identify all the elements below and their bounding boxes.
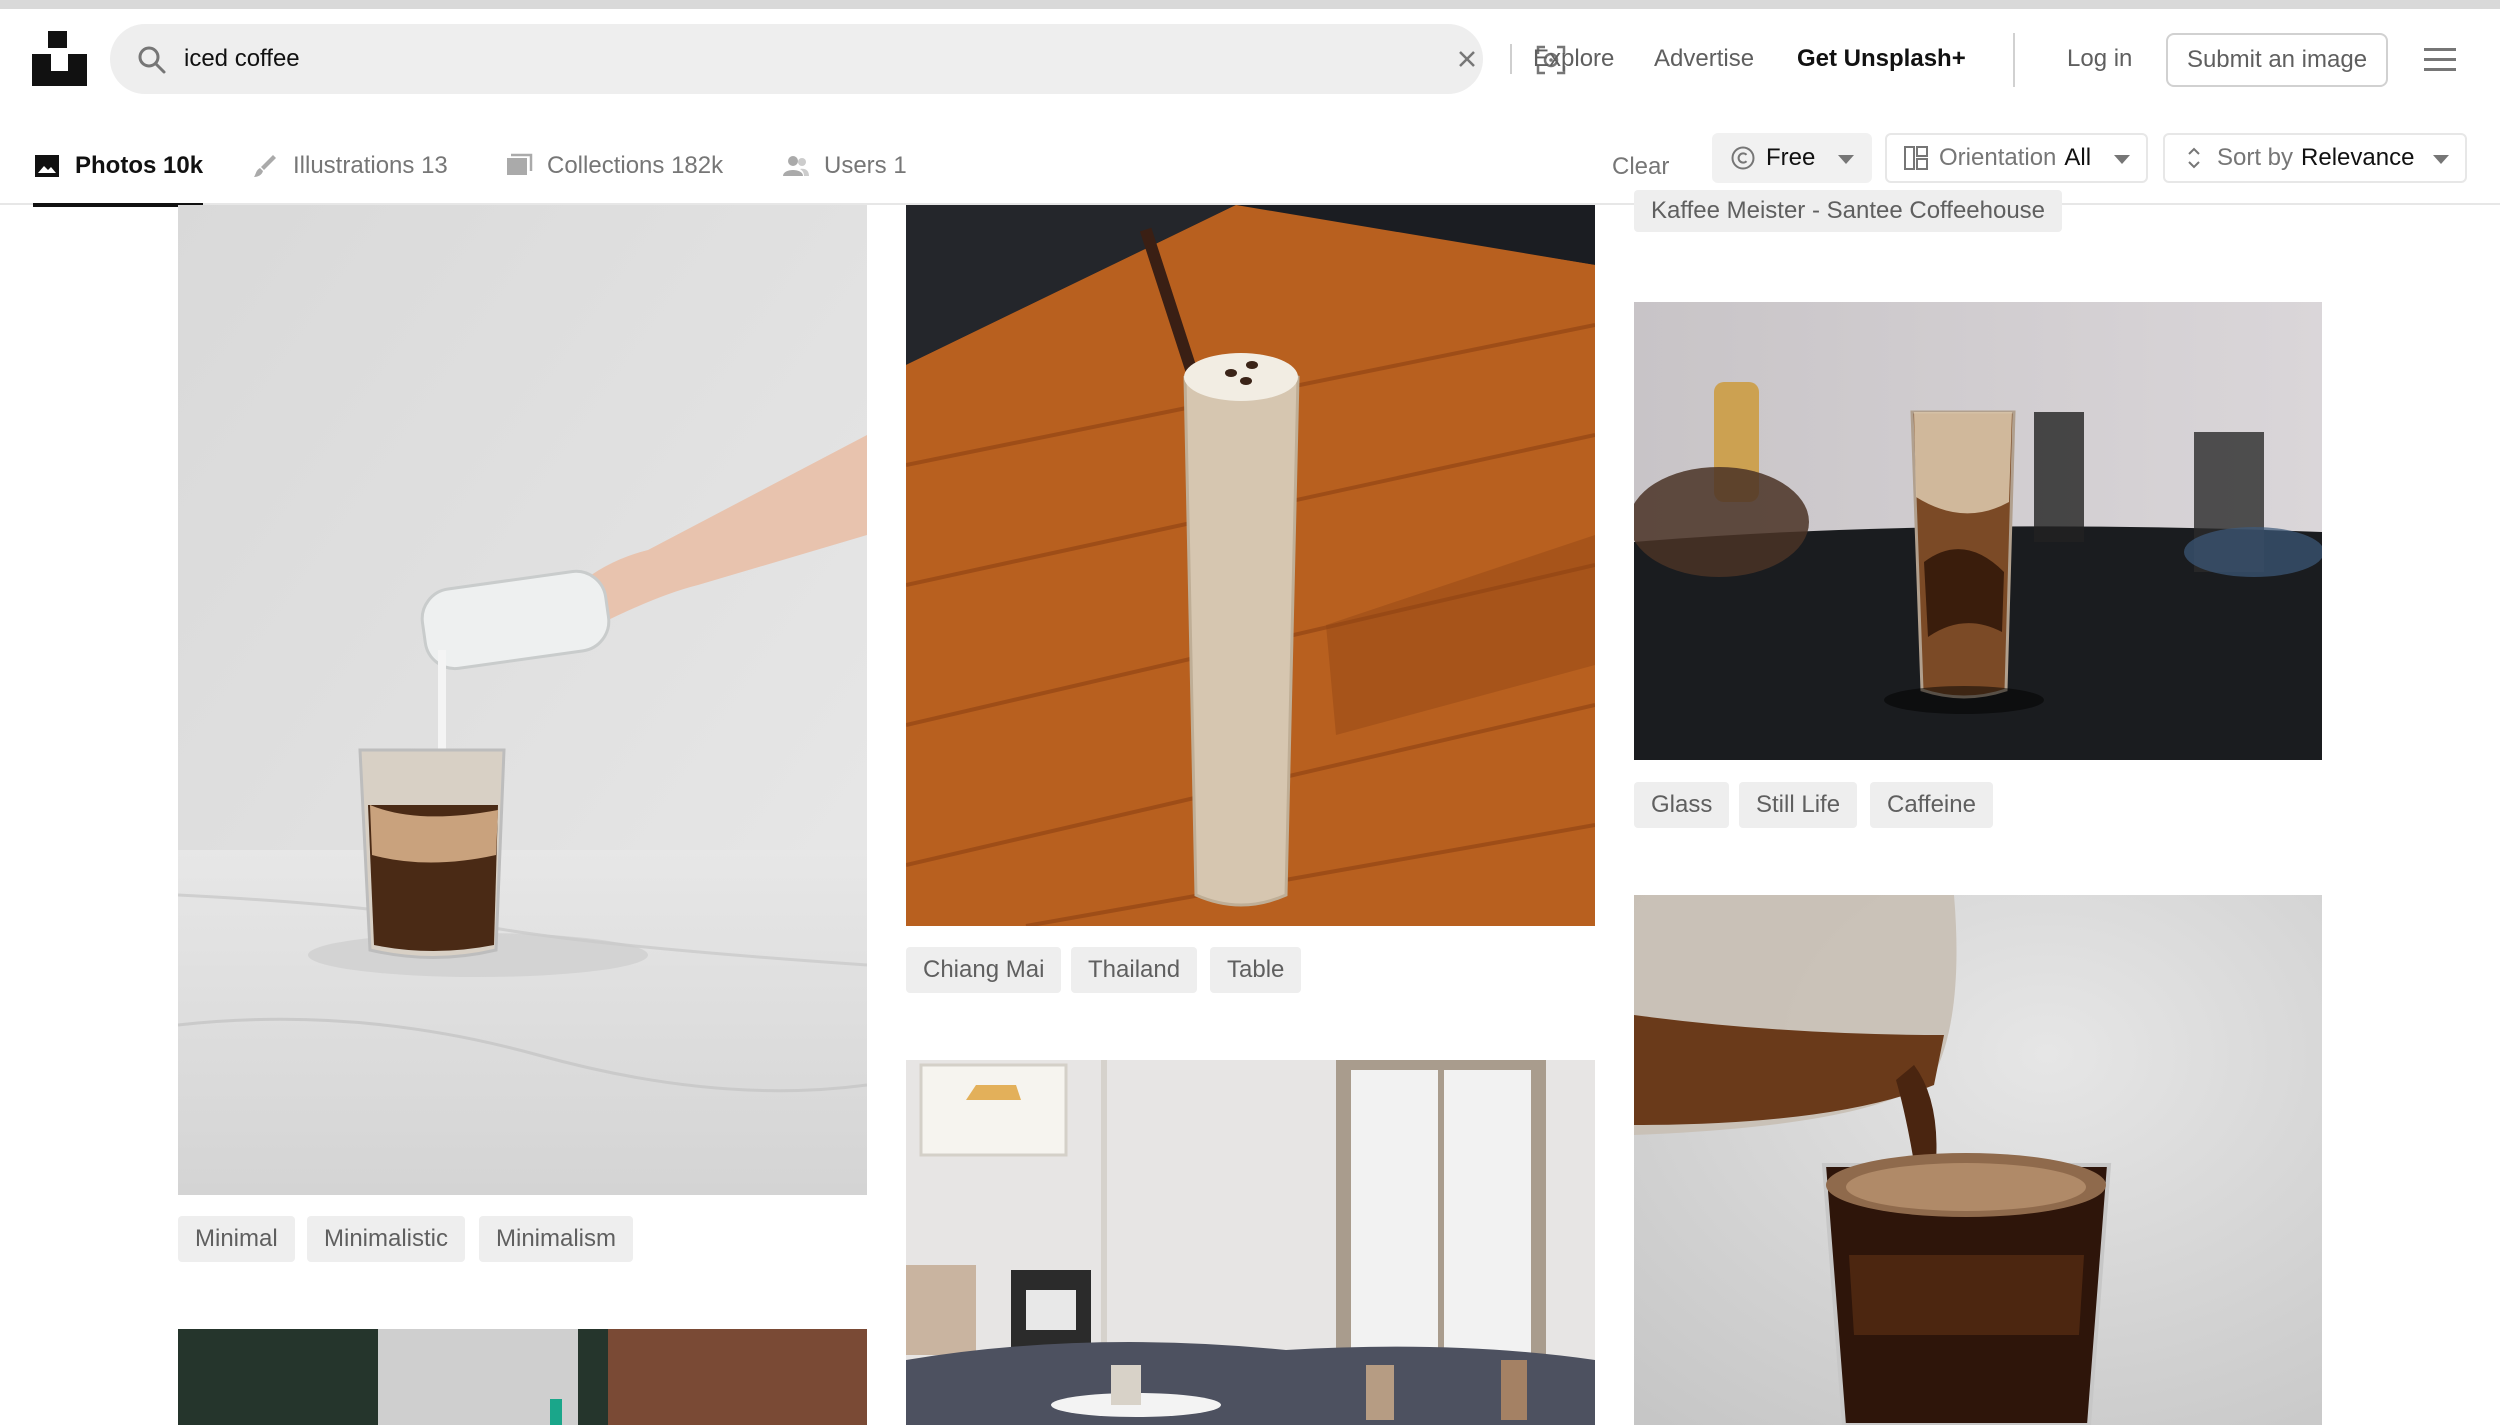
submit-image-button[interactable]: Submit an image xyxy=(2166,33,2388,87)
search-icon[interactable] xyxy=(136,44,168,76)
copyright-icon xyxy=(1731,146,1755,170)
photo-partial[interactable] xyxy=(178,1329,867,1425)
chevron-down-icon xyxy=(2433,155,2449,164)
header-divider xyxy=(2013,33,2015,87)
brush-icon xyxy=(254,155,276,177)
tag[interactable]: Caffeine xyxy=(1870,782,1993,828)
tag[interactable]: Glass xyxy=(1634,782,1730,828)
orientation-filter-value: All xyxy=(2064,144,2092,171)
browser-top-edge xyxy=(0,0,2500,9)
nav-unsplash-plus[interactable]: Get Unsplash+ xyxy=(1797,45,1966,73)
tag[interactable]: Minimalism xyxy=(479,1216,633,1262)
nav-advertise[interactable]: Advertise xyxy=(1654,45,1754,73)
search-bar xyxy=(110,24,1566,94)
search-input[interactable] xyxy=(184,36,1384,82)
sort-filter[interactable]: Sort by Relevance xyxy=(2163,133,2467,183)
tag[interactable]: Table xyxy=(1210,947,1302,993)
photo-icon xyxy=(35,155,59,177)
license-filter-value: Free xyxy=(1766,144,1816,171)
photo-cafe-interior[interactable] xyxy=(906,1060,1595,1425)
nav-explore[interactable]: Explore xyxy=(1533,45,1614,73)
orientation-filter-label: Orientation xyxy=(1939,144,2057,171)
tag[interactable]: Thailand xyxy=(1071,947,1198,993)
sort-filter-value: Relevance xyxy=(2301,144,2415,171)
tab-collections-label: Collections xyxy=(547,152,665,179)
tab-illustrations-count: 13 xyxy=(421,152,448,179)
clear-search-icon[interactable] xyxy=(1455,47,1479,71)
sort-filter-label: Sort by xyxy=(2217,144,2294,171)
tab-users-label: Users xyxy=(824,152,887,179)
tag[interactable]: Still Life xyxy=(1739,782,1858,828)
tag[interactable]: Minimal xyxy=(178,1216,295,1262)
tab-photos[interactable]: Photos 10k xyxy=(33,127,204,207)
license-filter[interactable]: Free xyxy=(1712,133,1872,183)
tag[interactable]: Minimalistic xyxy=(307,1216,466,1262)
photo-iced-glass[interactable] xyxy=(1634,302,2322,760)
hamburger-menu-icon[interactable] xyxy=(2424,47,2456,73)
tab-collections-count: 182k xyxy=(671,152,724,179)
tab-illustrations[interactable]: Illustrations 13 xyxy=(251,127,448,205)
tab-collections[interactable]: Collections 182k xyxy=(505,127,723,205)
chevron-down-icon xyxy=(2114,155,2130,164)
orientation-icon xyxy=(1904,146,1928,170)
orientation-filter[interactable]: Orientation All xyxy=(1885,133,2148,183)
clear-filters-link[interactable]: Clear xyxy=(1612,153,1669,181)
search-divider xyxy=(1510,44,1512,74)
search-tabs-bar: Photos 10k Illustrations 13 Collections … xyxy=(0,127,2500,207)
chevron-down-icon xyxy=(1838,155,1854,164)
photo-milk-pour[interactable] xyxy=(178,205,867,1195)
photo-frappe[interactable] xyxy=(906,205,1595,926)
users-icon xyxy=(783,156,809,176)
tab-users[interactable]: Users 1 xyxy=(782,127,907,205)
tab-illustrations-label: Illustrations xyxy=(293,152,415,179)
tag[interactable]: Chiang Mai xyxy=(906,947,1062,993)
login-link[interactable]: Log in xyxy=(2067,45,2132,73)
tag[interactable]: Kaffee Meister - Santee Coffeehouse xyxy=(1634,190,2063,232)
tab-users-count: 1 xyxy=(893,152,907,179)
sort-arrows-icon xyxy=(2188,147,2200,169)
site-header: Explore Advertise Get Unsplash+ Log in S… xyxy=(0,9,2500,109)
tab-photos-label: Photos xyxy=(75,152,157,179)
tab-photos-count: 10k xyxy=(163,152,204,179)
collections-icon xyxy=(507,153,533,175)
unsplash-logo-icon[interactable] xyxy=(32,31,87,86)
photo-pour-glass[interactable] xyxy=(1634,895,2322,1425)
